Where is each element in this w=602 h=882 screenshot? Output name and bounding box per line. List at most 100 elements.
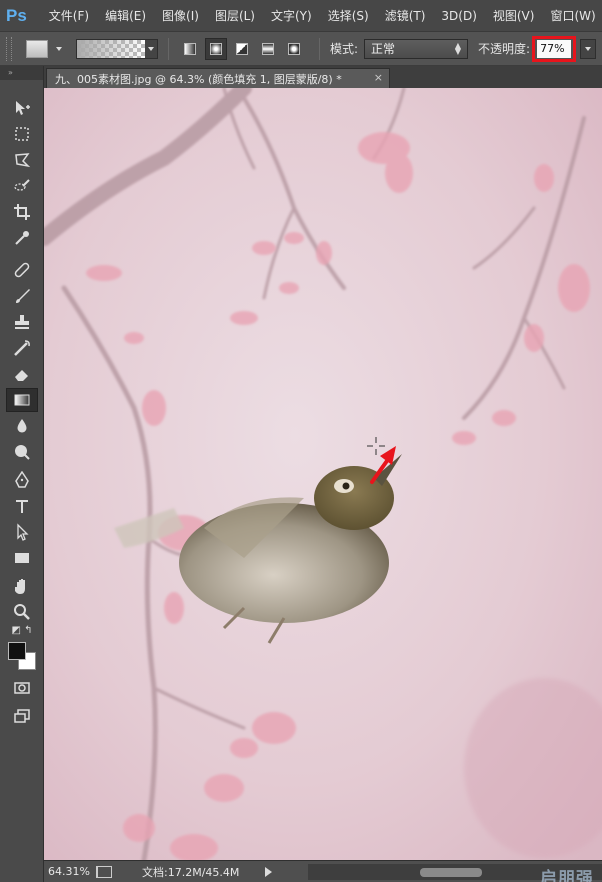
divider [319, 37, 320, 60]
pen-tool[interactable] [6, 468, 38, 492]
foreground-color-swatch[interactable] [8, 642, 26, 660]
color-reset-swap[interactable]: ◩ ↰ [6, 622, 38, 638]
menu-image[interactable]: 图像(I) [154, 0, 207, 32]
diamond-gradient-button[interactable] [283, 38, 305, 60]
diamond-gradient-icon [288, 42, 300, 55]
document-tab-title: 九、005素材图.jpg @ 64.3% (颜色填充 1, 图层蒙版/8) * [55, 72, 342, 86]
menu-type[interactable]: 文字(Y) [263, 0, 320, 32]
pen-tool-icon [15, 471, 29, 488]
hand-tool-icon [15, 579, 25, 594]
shape-tool-icon [15, 553, 29, 563]
clone-stamp-tool-icon [15, 315, 29, 329]
menu-edit[interactable]: 编辑(E) [97, 0, 154, 32]
toolbox: » ◩ ↰ [0, 66, 44, 882]
up-down-arrows-icon: ▲ ▼ [454, 40, 462, 56]
quick-select-tool-icon [14, 179, 30, 191]
gradient-dropdown-button[interactable] [145, 39, 157, 58]
path-select-tool-icon [17, 523, 29, 541]
document-info: 文档:17.2M/45.4M [142, 865, 240, 879]
options-bar-grip[interactable] [6, 36, 12, 61]
mode-select[interactable]: 正常 ▲ ▼ [364, 38, 469, 59]
gradient-tool-icon [14, 394, 30, 406]
menu-select[interactable]: 选择(S) [320, 0, 377, 32]
history-brush-tool-icon [14, 340, 30, 356]
horizontal-scrollbar[interactable]: 启朋强 [308, 864, 602, 882]
mode-value: 正常 [371, 42, 396, 56]
document-tab-row: 九、005素材图.jpg @ 64.3% (颜色填充 1, 图层蒙版/8) * … [44, 66, 602, 88]
opacity-input[interactable]: 77% [537, 39, 572, 58]
gradient-preview[interactable] [77, 39, 145, 58]
marquee-tool[interactable] [6, 122, 38, 146]
quick-mask-icon [14, 682, 30, 694]
angle-gradient-icon [236, 42, 248, 55]
type-tool[interactable] [6, 494, 38, 518]
menu-view[interactable]: 视图(V) [485, 0, 543, 32]
zoom-tool-icon [14, 604, 30, 620]
chevron-down-icon [585, 46, 592, 51]
lasso-tool[interactable] [6, 148, 38, 172]
reflected-gradient-button[interactable] [257, 38, 279, 60]
horizontal-scroll-thumb[interactable] [420, 868, 482, 877]
bird-eye [342, 482, 350, 490]
eyedropper-tool[interactable] [6, 226, 38, 250]
menu-filter[interactable]: 滤镜(T) [377, 0, 434, 32]
history-brush-tool[interactable] [6, 336, 38, 360]
dodge-tool[interactable] [6, 440, 38, 464]
eraser-tool[interactable] [6, 362, 38, 386]
shape-tool[interactable] [6, 546, 38, 570]
path-select-tool[interactable] [6, 520, 38, 544]
canvas-artwork [44, 88, 602, 860]
hand-tool[interactable] [6, 574, 38, 598]
brush-tool-icon [16, 289, 30, 303]
default-colors-icon[interactable]: ◩ [11, 625, 20, 636]
status-menu-arrow-icon[interactable] [265, 866, 273, 877]
healing-brush-tool-icon [14, 262, 30, 278]
export-icon[interactable] [96, 865, 112, 878]
document-tab[interactable]: 九、005素材图.jpg @ 64.3% (颜色填充 1, 图层蒙版/8) * … [46, 68, 390, 88]
crop-tool[interactable] [6, 200, 38, 224]
options-bar: 模式: 正常 ▲ ▼ 不透明度: 77% [0, 32, 602, 66]
eraser-tool-icon [15, 370, 28, 381]
move-tool[interactable] [6, 96, 38, 120]
quick-select-tool[interactable] [6, 174, 38, 198]
blur-tool[interactable] [6, 414, 38, 438]
menu-file[interactable]: 文件(F) [41, 0, 97, 32]
opacity-slider-button[interactable] [580, 38, 597, 59]
divider [168, 37, 169, 60]
screen-mode-button[interactable] [6, 704, 38, 728]
eyedropper-tool-icon [15, 231, 29, 245]
move-tool-icon [16, 101, 30, 115]
opacity-highlight: 77% [532, 35, 577, 62]
screen-mode-icon [14, 709, 30, 723]
tool-preset-picker[interactable] [26, 39, 48, 58]
gradient-tool[interactable] [6, 388, 38, 412]
color-swatches [8, 642, 38, 672]
chevron-down-icon [148, 46, 154, 51]
menu-3d[interactable]: 3D(D) [433, 0, 484, 32]
healing-brush-tool[interactable] [6, 258, 38, 282]
menu-layer[interactable]: 图层(L) [207, 0, 263, 32]
gradient-picker[interactable] [76, 38, 158, 59]
toolbox-collapse-icon[interactable]: » [0, 66, 43, 80]
blur-tool-icon [17, 419, 27, 433]
status-bar: 64.31% 文档:17.2M/45.4M 启朋强 [44, 860, 602, 882]
close-icon[interactable]: × [374, 71, 383, 84]
photoshop-logo: Ps [6, 5, 27, 25]
angle-gradient-button[interactable] [231, 38, 253, 60]
tool-preset-dropdown-icon[interactable] [56, 46, 62, 51]
radial-gradient-icon [210, 42, 222, 55]
radial-gradient-button[interactable] [205, 37, 227, 60]
menu-window[interactable]: 窗口(W) [542, 0, 602, 32]
reflected-gradient-icon [262, 42, 274, 55]
marquee-tool-icon [15, 127, 29, 141]
quick-mask-button[interactable] [6, 676, 38, 700]
clone-stamp-tool[interactable] [6, 310, 38, 334]
linear-gradient-icon [184, 42, 196, 55]
watermark-logo: 启朋强 [540, 869, 594, 882]
brush-tool[interactable] [6, 284, 38, 308]
document-canvas[interactable] [44, 88, 602, 860]
zoom-level[interactable]: 64.31% [44, 865, 94, 878]
linear-gradient-button[interactable] [179, 38, 201, 60]
zoom-tool[interactable] [6, 600, 38, 624]
swap-colors-icon[interactable]: ↰ [24, 625, 32, 636]
